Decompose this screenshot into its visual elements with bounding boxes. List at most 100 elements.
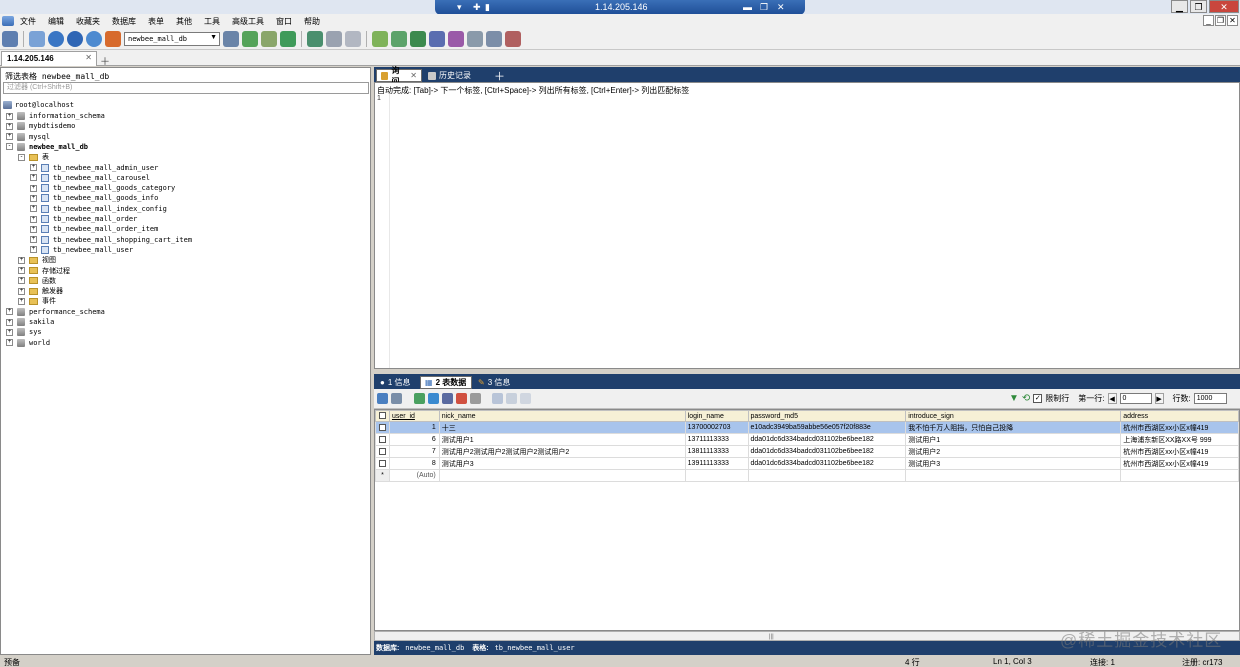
remote-restore-icon[interactable]: ❐	[760, 2, 768, 13]
table-row[interactable]: 7 测试用户2测试用户2测试用户2测试用户2 13811113333 dda01…	[375, 445, 1239, 458]
schema-sync-icon[interactable]	[448, 30, 464, 47]
filter-icon[interactable]: ▼	[1009, 393, 1019, 404]
close-icon[interactable]: ✕	[410, 71, 417, 80]
cell-empty[interactable]	[747, 469, 907, 482]
cell-introduce-sign[interactable]: 测试用户2	[905, 445, 1122, 458]
new-query-icon[interactable]	[29, 30, 45, 47]
tree-item-db[interactable]: - newbee_mall_db	[6, 142, 88, 152]
close-button[interactable]: ✕	[1209, 0, 1239, 13]
menu-file[interactable]: 文件	[14, 16, 42, 27]
mdi-close-button[interactable]: ✕	[1227, 15, 1238, 26]
expand-icon[interactable]: +	[18, 297, 25, 305]
expand-icon[interactable]: +	[18, 277, 25, 285]
cell-nick-name[interactable]: 测试用户3	[438, 457, 686, 470]
expand-icon[interactable]: +	[6, 328, 13, 336]
column-header[interactable]: address	[1120, 410, 1239, 422]
tree-item-db[interactable]: + mysql	[6, 132, 50, 142]
expand-icon[interactable]: +	[30, 215, 37, 223]
connection-tab[interactable]: 1.14.205.146 ✕	[1, 51, 97, 66]
row-checkbox[interactable]	[375, 457, 390, 470]
column-header[interactable]: login_name	[684, 410, 749, 422]
mdi-restore-button[interactable]: ❐	[1215, 15, 1226, 26]
expand-icon[interactable]: +	[6, 122, 13, 130]
column-header[interactable]: password_md5	[747, 410, 907, 422]
column-header[interactable]: introduce_sign	[905, 410, 1122, 422]
refresh-icon[interactable]	[48, 30, 64, 47]
cell-introduce-sign[interactable]: 测试用户3	[905, 457, 1122, 470]
next-page-icon[interactable]: ▶	[1154, 393, 1164, 404]
row-checkbox[interactable]	[375, 445, 390, 458]
scrollbar-grip-icon[interactable]: |||	[769, 634, 779, 640]
table-row[interactable]: 6 测试用户1 13711113333 dda01dc6d334badcd031…	[375, 433, 1239, 446]
tree-item-table[interactable]: + tb_newbee_mall_order_item	[30, 224, 158, 234]
first-row-input[interactable]: 0	[1119, 393, 1152, 404]
cell-user-id[interactable]: 8	[388, 457, 440, 470]
select-all-checkbox[interactable]	[375, 410, 390, 422]
delete-icon[interactable]	[456, 393, 467, 404]
tab-info[interactable]: ● 1 信息	[376, 376, 418, 389]
cell-empty[interactable]	[905, 469, 1122, 482]
expand-icon[interactable]: +	[30, 174, 37, 182]
cell-password-md5[interactable]: e10adc3949ba59abbe56e057f20f883e	[747, 421, 907, 434]
menu-favorites[interactable]: 收藏夹	[70, 16, 106, 27]
cell-login-name[interactable]: 13700002703	[684, 421, 749, 434]
import-icon[interactable]	[280, 30, 296, 47]
menu-help[interactable]: 帮助	[298, 16, 326, 27]
import-dropdown-icon[interactable]	[391, 393, 402, 404]
pin-icon[interactable]: ✚	[473, 2, 481, 13]
cell-introduce-sign[interactable]: 测试用户1	[905, 433, 1122, 446]
expand-icon[interactable]: +	[30, 205, 37, 213]
tree-item-db[interactable]: + information_schema	[6, 111, 105, 121]
cell-login-name[interactable]: 13711113333	[684, 433, 749, 446]
menu-advanced-tools[interactable]: 高级工具	[226, 16, 270, 27]
remote-menu-icon[interactable]: ▾	[457, 2, 462, 13]
expand-icon[interactable]: +	[30, 246, 37, 254]
expand-icon[interactable]: +	[18, 287, 25, 295]
tree-item-server[interactable]: root@localhost	[3, 100, 74, 110]
tree-item-folder[interactable]: + 函数	[18, 276, 56, 286]
expand-icon[interactable]: +	[6, 308, 13, 316]
profiler-icon[interactable]	[505, 30, 521, 47]
minimize-button[interactable]: ▁	[1171, 0, 1188, 13]
schema-designer-icon[interactable]	[307, 30, 323, 47]
copy-database-icon[interactable]	[410, 30, 426, 47]
remote-minimize-icon[interactable]: ▬	[743, 2, 752, 12]
expand-icon[interactable]: +	[6, 133, 13, 141]
form-view-icon[interactable]	[506, 393, 517, 404]
column-header[interactable]: nick_name	[438, 410, 686, 422]
mdi-minimize-button[interactable]: _	[1203, 15, 1214, 26]
cell-empty[interactable]	[1120, 469, 1239, 482]
expand-icon[interactable]: +	[18, 267, 25, 274]
row-checkbox[interactable]	[375, 421, 390, 434]
collapse-icon[interactable]: -	[6, 143, 13, 151]
expand-icon[interactable]: +	[30, 194, 37, 202]
expand-icon[interactable]: +	[30, 236, 37, 244]
menu-tools[interactable]: 工具	[198, 16, 226, 27]
menu-edit[interactable]: 编辑	[42, 16, 70, 27]
cell-introduce-sign[interactable]: 我不怕千万人阻挡，只怕自己投降	[905, 421, 1122, 434]
cell-user-id[interactable]: 1	[388, 421, 440, 434]
tab-info-3[interactable]: ✎ 3 信息	[474, 376, 520, 389]
cell-nick-name[interactable]: 测试用户2测试用户2测试用户2测试用户2	[438, 445, 686, 458]
cell-login-name[interactable]: 13811113333	[684, 445, 749, 458]
cell-password-md5[interactable]: dda01dc6d334badcd031102be6bee182	[747, 433, 907, 446]
table-row[interactable]: 1 十三 13700002703 e10adc3949ba59abbe56e05…	[375, 421, 1239, 434]
tree-item-db[interactable]: + sakila	[6, 317, 54, 327]
tree-item-db[interactable]: + sys	[6, 327, 42, 337]
filter-input[interactable]: 过滤器 (Ctrl+Shift+B)	[3, 82, 369, 94]
table-row[interactable]: 8 测试用户3 13911113333 dda01dc6d334badcd031…	[375, 457, 1239, 470]
grid-view-icon[interactable]	[492, 393, 503, 404]
tab-table-data[interactable]: ▦ 2 表数据	[420, 376, 472, 389]
tree-item-table[interactable]: + tb_newbee_mall_goods_category	[30, 183, 175, 193]
tree-item-db[interactable]: + performance_schema	[6, 307, 105, 317]
menu-other[interactable]: 其他	[170, 16, 198, 27]
cell-nick-name[interactable]: 十三	[438, 421, 686, 434]
prev-page-icon[interactable]: ◀	[1107, 393, 1117, 404]
tree-item-db[interactable]: + mybdtisdemo	[6, 121, 75, 131]
menu-table[interactable]: 表单	[142, 16, 170, 27]
tree-item-folder[interactable]: + 存储过程	[18, 266, 70, 276]
tab-history[interactable]: 历史记录	[424, 69, 490, 82]
cell-empty[interactable]	[684, 469, 749, 482]
text-view-icon[interactable]	[520, 393, 531, 404]
menu-database[interactable]: 数据库	[106, 16, 142, 27]
